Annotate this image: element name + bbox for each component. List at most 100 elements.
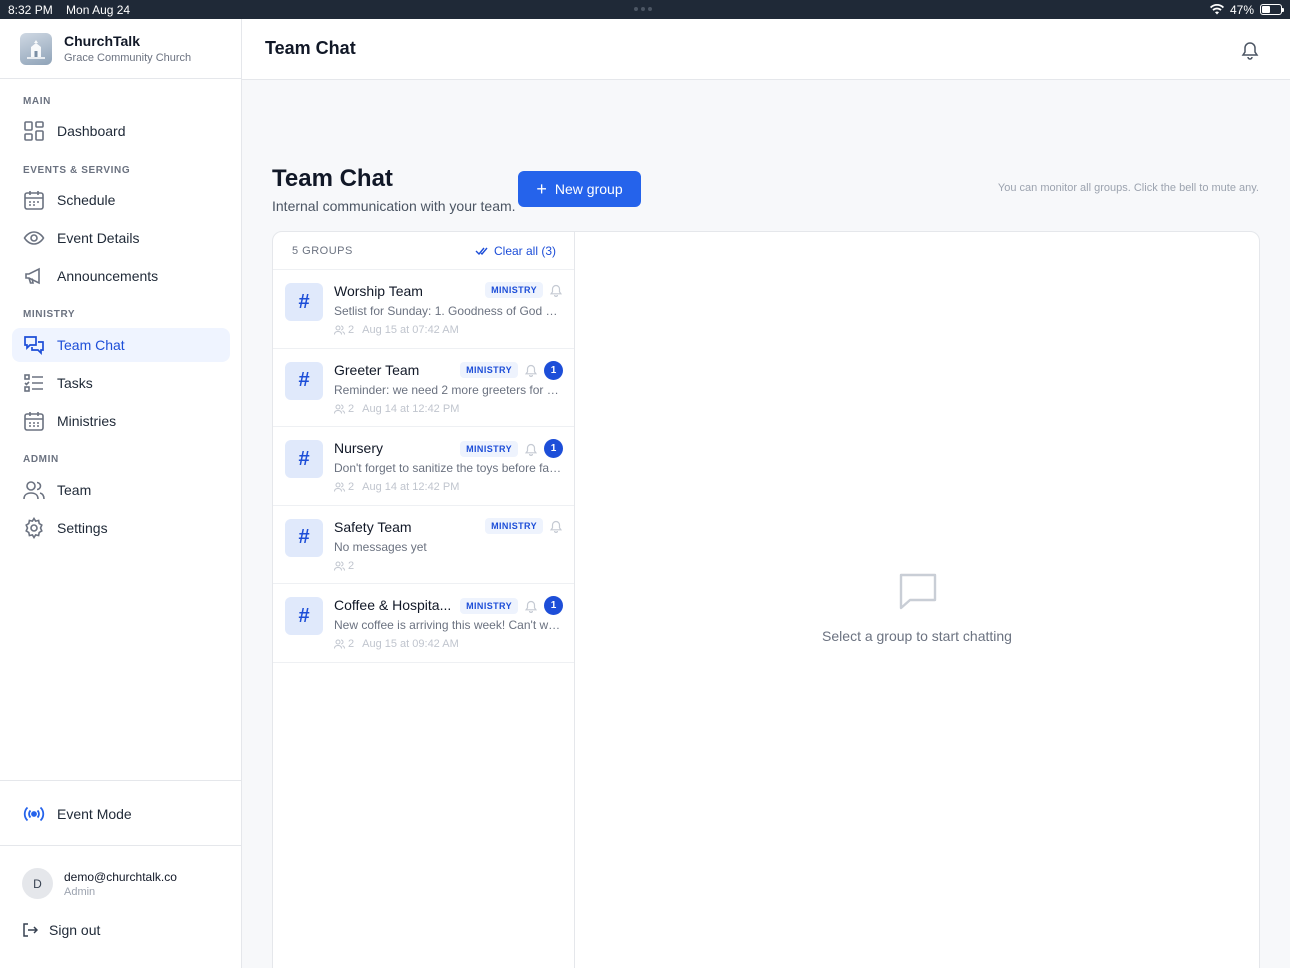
group-list-header: 5 GROUPS Clear all (3) (273, 232, 574, 270)
brand-name: ChurchTalk (64, 33, 140, 49)
group-list-item[interactable]: # Greeter Team MINISTRY 1 Reminder: we n… (273, 349, 574, 427)
hashtag-icon: # (285, 440, 323, 478)
mute-bell-icon[interactable] (549, 519, 563, 533)
groups-container: # Worship Team MINISTRY Setlist for Sund… (273, 270, 574, 663)
monitor-hint: You can monitor all groups. Click the be… (997, 182, 1259, 194)
users-icon (23, 481, 45, 500)
sidebar: ChurchTalk Grace Community Church MAIN D… (0, 19, 242, 968)
calendar-icon (24, 191, 44, 210)
last-message-time: Aug 14 at 12:42 PM (362, 402, 460, 415)
sidebar-item-event-details[interactable]: Event Details (12, 221, 230, 255)
sign-out-button[interactable]: Sign out (22, 922, 100, 938)
user-email: demo@churchtalk.co (64, 869, 177, 884)
brand[interactable]: ChurchTalk Grace Community Church (0, 19, 241, 79)
sidebar-item-settings[interactable]: Settings (12, 511, 230, 545)
divider (0, 845, 241, 846)
church-name: Grace Community Church (64, 52, 192, 64)
last-message-preview: Don't forget to sanitize the toys before… (334, 461, 564, 475)
section-label-main: MAIN (23, 96, 51, 107)
status-bar: 8:32 PM Mon Aug 24 47% (0, 0, 1290, 19)
mute-bell-icon[interactable] (549, 283, 563, 297)
unread-count-badge: 1 (544, 596, 563, 615)
ministry-tag: MINISTRY (460, 440, 518, 457)
group-list-item[interactable]: # Nursery MINISTRY 1 Don't forget to san… (273, 427, 574, 506)
members-icon (334, 561, 345, 571)
chat-bubbles-icon (24, 336, 44, 356)
mute-bell-icon[interactable] (524, 363, 538, 377)
last-message-preview: No messages yet (334, 539, 427, 554)
sidebar-item-ministries[interactable]: Ministries (12, 404, 230, 438)
sidebar-item-dashboard[interactable]: Dashboard (12, 114, 230, 148)
sidebar-item-label: Dashboard (57, 123, 126, 139)
hashtag-icon: # (285, 283, 323, 321)
member-count: 2 (348, 402, 355, 415)
broadcast-icon (23, 806, 45, 822)
member-count: 2 (348, 481, 355, 493)
mute-bell-icon[interactable] (524, 599, 538, 613)
hashtag-icon: # (285, 518, 323, 557)
group-list-item[interactable]: # Worship Team MINISTRY Setlist for Sund… (273, 270, 574, 349)
unread-count-badge: 1 (544, 439, 563, 458)
divider (0, 780, 241, 781)
clear-all-button[interactable]: Clear all (3) (475, 244, 556, 258)
group-name: Greeter Team (334, 361, 420, 378)
hashtag-icon: # (285, 361, 323, 400)
last-message-time: Aug 14 at 12:42 PM (362, 481, 460, 493)
sidebar-item-team[interactable]: Team (12, 473, 230, 507)
ministry-tag: MINISTRY (460, 597, 518, 614)
group-name: Coffee & Hospita... (334, 597, 452, 613)
group-meta: 2 (334, 560, 354, 572)
new-group-button[interactable]: + New group (518, 171, 641, 207)
empty-state-message: Select a group to start chatting (822, 628, 1012, 644)
notifications-bell-icon[interactable] (1240, 40, 1260, 60)
mute-bell-icon[interactable] (524, 442, 538, 456)
members-icon (334, 404, 345, 414)
sidebar-item-label: Ministries (57, 413, 117, 429)
chat-panel: 5 GROUPS Clear all (3) # Worship Team MI… (272, 231, 1260, 968)
logout-icon (23, 923, 38, 937)
last-message-preview: Setlist for Sunday: 1. Goodness of God 2… (334, 304, 564, 318)
members-icon (334, 639, 345, 649)
sidebar-item-team-chat[interactable]: Team Chat (12, 328, 230, 362)
multitasking-dots-icon[interactable] (634, 7, 652, 11)
hashtag-icon: # (285, 597, 323, 635)
dashboard-icon (24, 121, 44, 141)
sidebar-item-label: Schedule (57, 192, 116, 208)
event-mode-button[interactable]: Event Mode (12, 797, 230, 831)
section-label-ministry: MINISTRY (23, 309, 76, 320)
status-time: 8:32 PM (8, 2, 53, 17)
sidebar-item-label: Event Details (57, 230, 140, 246)
gear-icon (25, 517, 43, 539)
group-badges: MINISTRY 1 (460, 439, 563, 458)
group-list: 5 GROUPS Clear all (3) # Worship Team MI… (273, 232, 575, 968)
group-list-item[interactable]: # Coffee & Hospita... MINISTRY 1 New cof… (273, 584, 574, 663)
sidebar-item-announcements[interactable]: Announcements (12, 259, 230, 293)
page-title: Team Chat (272, 165, 393, 192)
group-list-item[interactable]: # Safety Team MINISTRY No messages yet 2 (273, 506, 574, 584)
user-role: Admin (64, 885, 96, 898)
top-header: Team Chat (242, 19, 1290, 80)
megaphone-icon (25, 267, 40, 285)
group-name: Safety Team (334, 518, 412, 535)
eye-icon (23, 231, 45, 245)
wifi-icon (1209, 4, 1224, 15)
member-count: 2 (348, 638, 355, 650)
sidebar-item-tasks[interactable]: Tasks (12, 366, 230, 400)
clear-all-label: Clear all (3) (493, 243, 556, 258)
last-message-time: Aug 15 at 09:42 AM (362, 638, 459, 650)
status-date: Mon Aug 24 (66, 2, 131, 17)
event-mode-label: Event Mode (57, 806, 132, 822)
group-badges: MINISTRY 1 (460, 360, 563, 380)
sidebar-item-schedule[interactable]: Schedule (12, 183, 230, 217)
empty-state: Select a group to start chatting (575, 232, 1259, 968)
section-label-admin: ADMIN (23, 454, 59, 465)
group-meta: 2 Aug 15 at 07:42 AM (334, 324, 459, 336)
group-meta: 2 Aug 14 at 12:42 PM (334, 403, 459, 415)
member-count: 2 (348, 559, 355, 572)
last-message-time: Aug 15 at 07:42 AM (362, 324, 459, 336)
members-icon (334, 482, 345, 492)
user-profile[interactable]: D demo@churchtalk.co Admin (22, 868, 177, 899)
last-message-preview: New coffee is arriving this week! Can't … (334, 618, 564, 632)
calendar-grid-icon (24, 412, 44, 431)
section-label-events: EVENTS & SERVING (23, 165, 131, 176)
